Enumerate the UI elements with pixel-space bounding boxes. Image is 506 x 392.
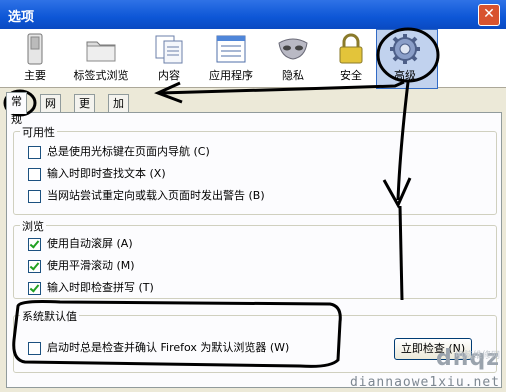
tab-update[interactable]: 更新 <box>74 94 95 128</box>
gear-icon <box>390 34 420 64</box>
page-icon <box>155 35 183 64</box>
close-button[interactable]: ✕ <box>478 4 500 26</box>
option-label: 输入时即时查找文本 (X) <box>47 167 166 180</box>
option-label: 当网站尝试重定向或载入页面时发出警告 (B) <box>47 189 265 202</box>
lock-icon <box>339 33 363 64</box>
watermark: dnqz 电脑维修网 diannaowe1xiu.net <box>350 342 506 392</box>
toolbar-label: 内容 <box>158 69 180 82</box>
browsing-group: 浏览 使用自动滚屏 (A) 使用平滑滚动 (M) 输入时即检查拼写 (T) <box>13 218 497 299</box>
option-label: 使用自动滚屏 (A) <box>47 237 133 250</box>
checkbox[interactable] <box>28 259 41 273</box>
checkbox[interactable] <box>28 341 41 355</box>
group-title: 系统默认值 <box>20 308 79 324</box>
accessibility-group: 可用性 总是使用光标键在页面内导航 (C) 输入时即时查找文本 (X) 当网站尝… <box>13 124 497 215</box>
checkbox[interactable] <box>28 237 41 251</box>
option-label: 使用平滑滚动 (M) <box>47 259 135 272</box>
toolbar-privacy[interactable]: 隐私 <box>260 31 326 85</box>
toolbar-label: 隐私 <box>282 69 304 82</box>
watermark-sub: 电脑维修网 <box>454 351 500 361</box>
window-list-icon <box>216 35 246 63</box>
toolbar-main[interactable]: 主要 <box>2 31 68 85</box>
option-find-as-you-type[interactable]: 输入时即时查找文本 (X) <box>28 166 166 182</box>
toolbar-tabs[interactable]: 标签式浏览 <box>68 31 134 85</box>
option-label: 输入时即检查拼写 (T) <box>47 281 154 294</box>
group-title: 可用性 <box>20 124 57 140</box>
toolbar-label: 应用程序 <box>209 69 253 82</box>
checkbox[interactable] <box>28 145 41 159</box>
switch-icon <box>27 33 43 65</box>
folder-icon <box>86 41 116 62</box>
option-spellcheck[interactable]: 输入时即检查拼写 (T) <box>28 280 154 296</box>
toolbar-label: 高级 <box>394 69 416 82</box>
title-bar: 选项 ✕ <box>0 0 506 29</box>
option-label: 总是使用光标键在页面内导航 (C) <box>47 145 210 158</box>
option-default-browser[interactable]: 启动时总是检查并确认 Firefox 为默认浏览器 (W) <box>28 340 289 356</box>
checkbox[interactable] <box>28 281 41 295</box>
preferences-toolbar: 主要 标签式浏览 内容 应用程序 隐私 安全 高级 <box>0 29 506 89</box>
toolbar-content[interactable]: 内容 <box>136 31 202 85</box>
option-smooth-scroll[interactable]: 使用平滑滚动 (M) <box>28 258 135 274</box>
toolbar-advanced[interactable]: 高级 <box>372 29 438 89</box>
option-autoscroll[interactable]: 使用自动滚屏 (A) <box>28 236 133 252</box>
window-title: 选项 <box>8 10 35 25</box>
mask-icon <box>278 38 308 60</box>
checkbox[interactable] <box>28 167 41 181</box>
checkbox[interactable] <box>28 189 41 203</box>
toolbar-applications[interactable]: 应用程序 <box>198 31 264 85</box>
tab-network[interactable]: 网络 <box>40 94 61 128</box>
toolbar-label: 主要 <box>24 69 46 82</box>
tab-encryption[interactable]: 加密 <box>108 94 129 128</box>
toolbar-label: 标签式浏览 <box>73 69 129 82</box>
watermark-url: diannaowe1xiu.net <box>349 375 500 390</box>
option-redirect-warning[interactable]: 当网站尝试重定向或载入页面时发出警告 (B) <box>28 188 265 204</box>
option-label: 启动时总是检查并确认 Firefox 为默认浏览器 (W) <box>47 341 290 354</box>
group-title: 浏览 <box>20 218 46 234</box>
option-cursor-browsing[interactable]: 总是使用光标键在页面内导航 (C) <box>28 144 210 160</box>
tab-general[interactable]: 常规 <box>6 92 27 126</box>
